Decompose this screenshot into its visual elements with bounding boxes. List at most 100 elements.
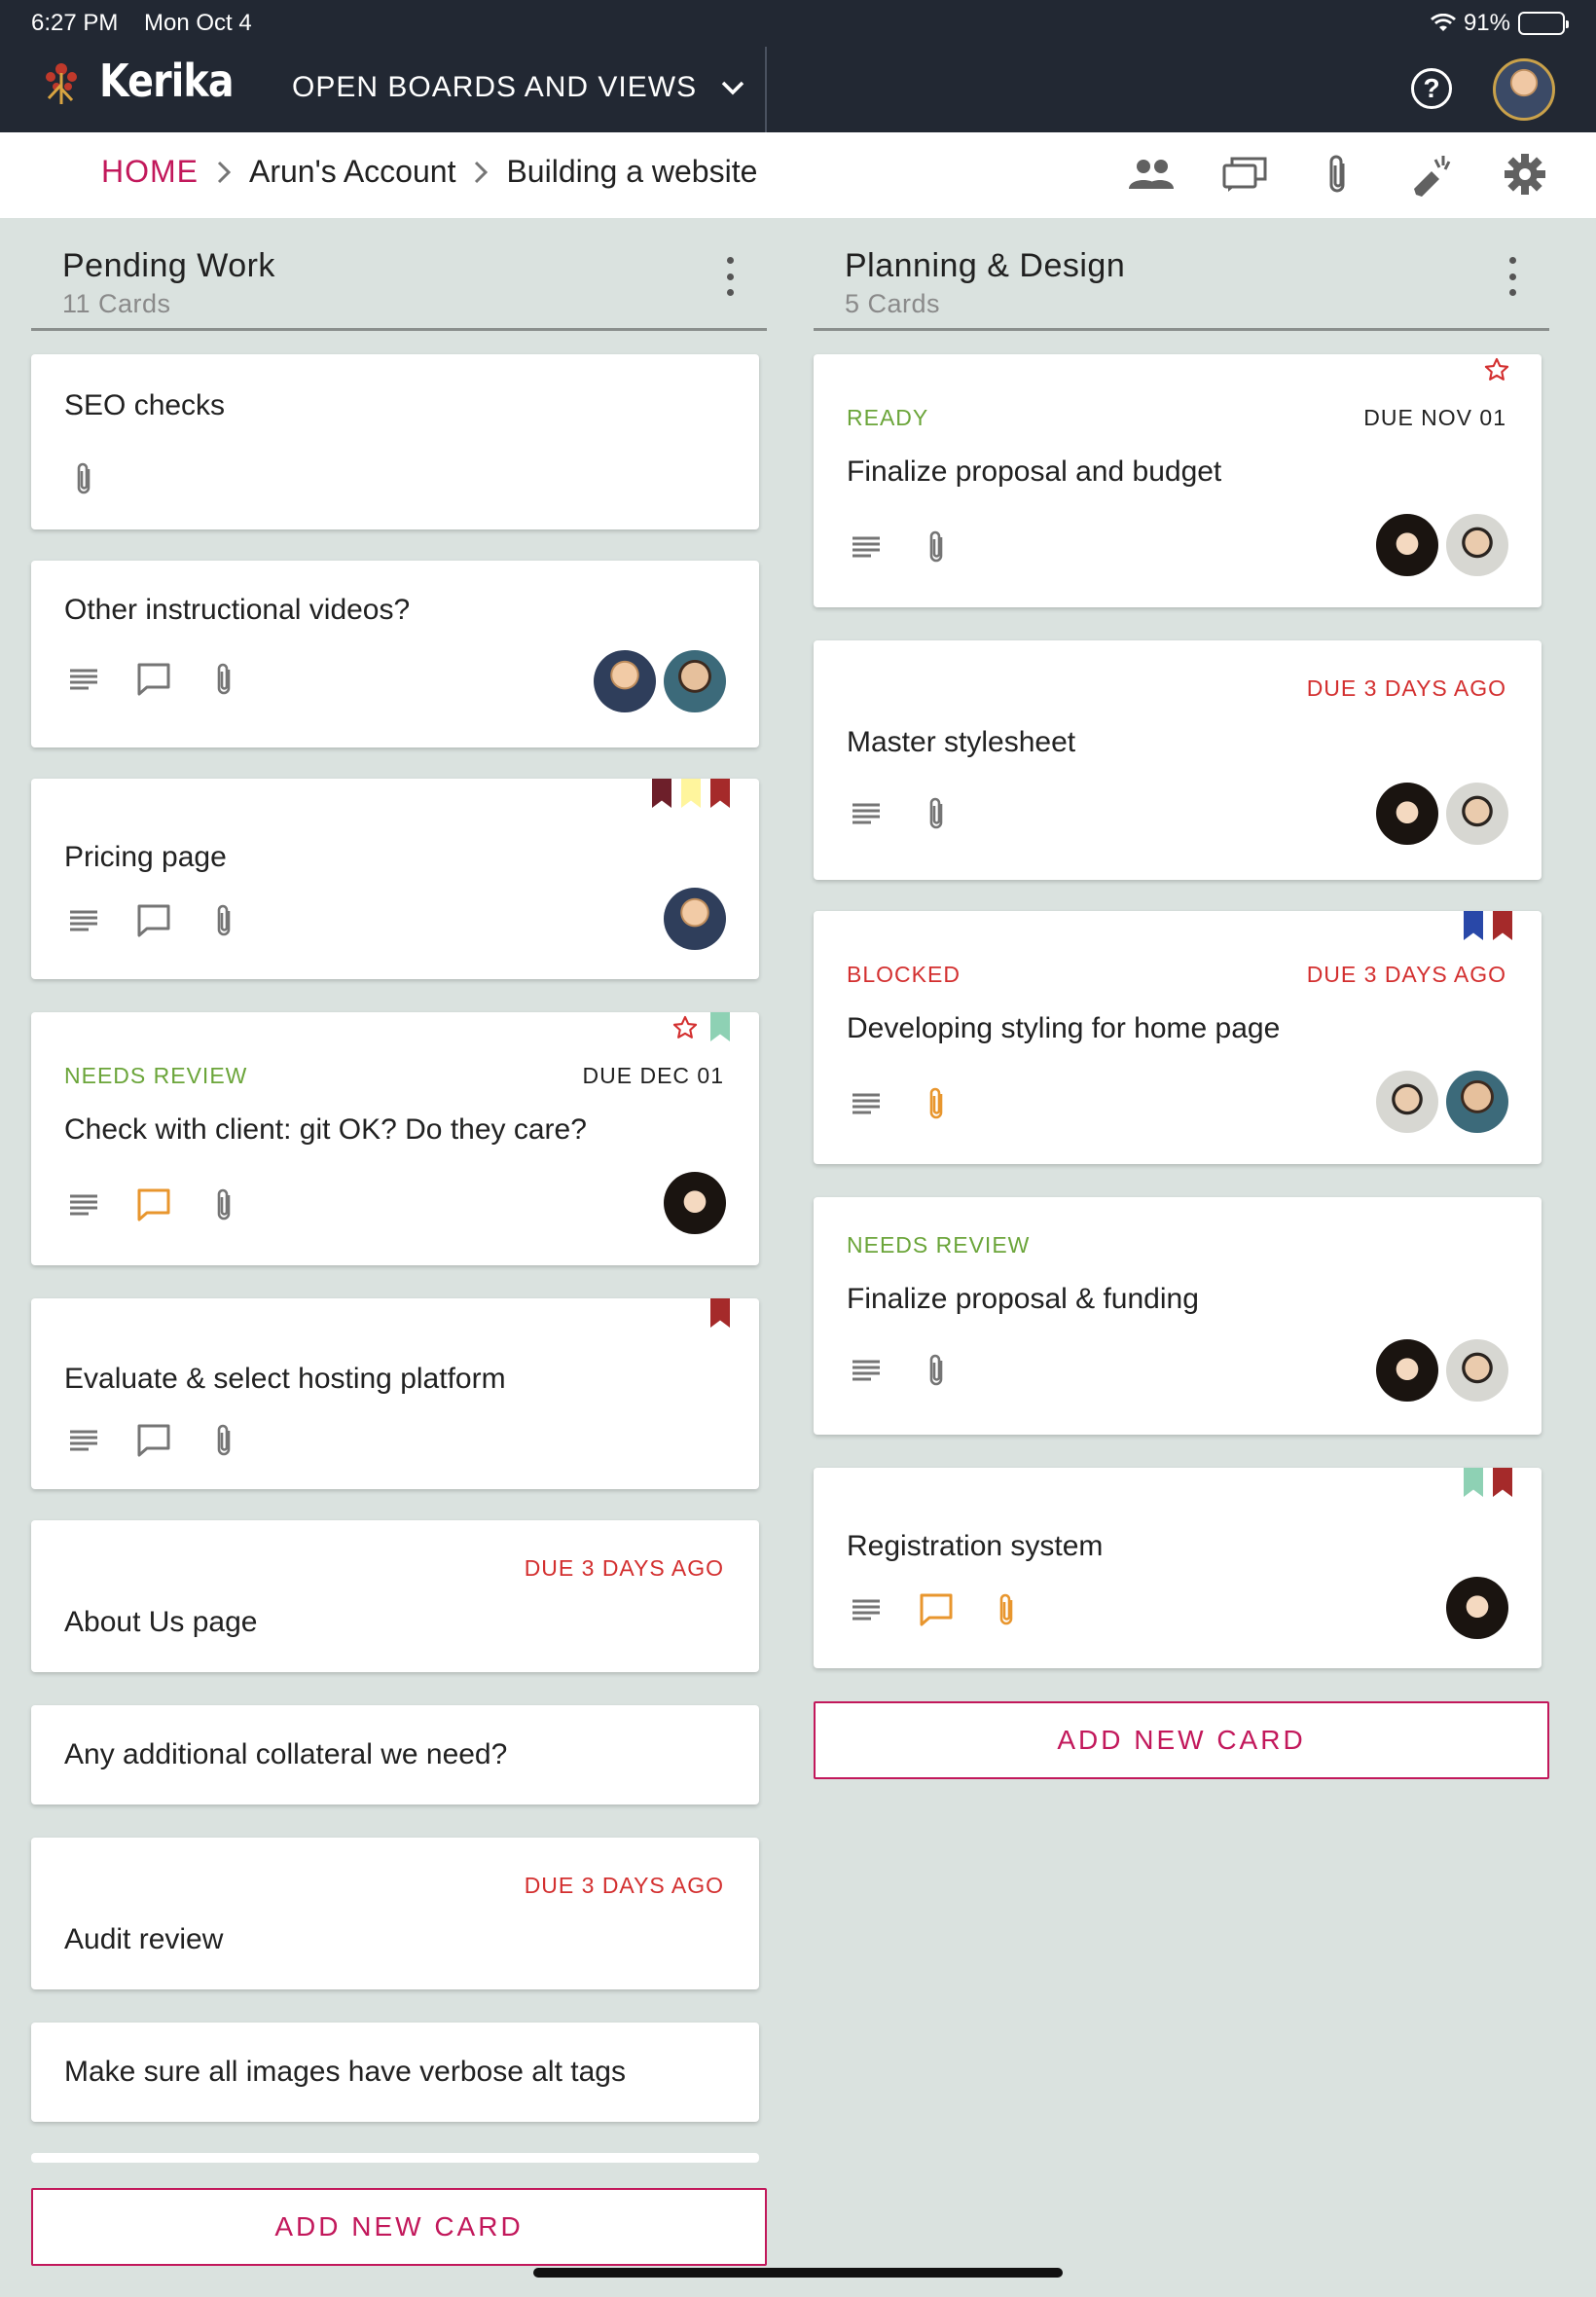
card[interactable]: [31, 2153, 759, 2163]
avatar[interactable]: [1446, 514, 1508, 576]
open-boards-menu[interactable]: OPEN BOARDS AND VIEWS: [292, 62, 745, 113]
board-toolbar: [1127, 150, 1549, 199]
card[interactable]: READY DUE NOV 01 Finalize proposal and bud…: [814, 354, 1542, 607]
chevron-down-icon: [721, 81, 744, 95]
card[interactable]: SEO checks: [31, 354, 759, 529]
avatar[interactable]: [664, 1172, 726, 1234]
card-icons: [847, 1590, 1026, 1629]
card[interactable]: Make sure all images have verbose alt ta…: [31, 2023, 759, 2122]
app-name: Kerika: [99, 55, 235, 107]
card-icons: [64, 660, 243, 699]
column-card-count: 5 Cards: [845, 289, 941, 318]
avatar[interactable]: [1376, 514, 1438, 576]
kerika-logo[interactable]: Kerika: [39, 55, 255, 107]
card[interactable]: DUE 3 DAYS AGO Audit review: [31, 1838, 759, 1989]
highlight-icon[interactable]: [1407, 150, 1456, 199]
tag-flag: [710, 779, 730, 808]
attachment-icon[interactable]: [917, 528, 956, 566]
card[interactable]: DUE 3 DAYS AGO About Us page: [31, 1520, 759, 1672]
comments-icon[interactable]: [134, 660, 173, 699]
description-icon[interactable]: [64, 1185, 103, 1224]
card-status: BLOCKED: [847, 962, 961, 987]
attachment-icon[interactable]: [987, 1590, 1026, 1629]
help-button[interactable]: ?: [1411, 68, 1452, 109]
attachment-icon[interactable]: [917, 1351, 956, 1390]
attachment-icon[interactable]: [917, 794, 956, 833]
card[interactable]: DUE 3 DAYS AGO Master stylesheet: [814, 640, 1542, 880]
card[interactable]: Registration system: [814, 1468, 1542, 1668]
add-new-card-button[interactable]: ADD NEW CARD: [814, 1701, 1549, 1779]
card[interactable]: Any additional collateral we need?: [31, 1705, 759, 1805]
description-icon[interactable]: [847, 528, 886, 566]
avatar[interactable]: [594, 650, 656, 712]
avatar[interactable]: [1446, 1071, 1508, 1133]
attachment-icon[interactable]: [917, 1084, 956, 1123]
attachment-icon[interactable]: [204, 1421, 243, 1460]
team-icon[interactable]: [1127, 150, 1176, 199]
description-icon[interactable]: [847, 794, 886, 833]
breadcrumb-home[interactable]: HOME: [101, 154, 199, 190]
avatar[interactable]: [1446, 1339, 1508, 1402]
column-planning-design: Planning & Design 5 Cards: [814, 218, 1549, 331]
card[interactable]: NEEDS REVIEW Finalize proposal & funding: [814, 1197, 1542, 1435]
card-assignees: [664, 1172, 726, 1234]
card-assignees: [594, 650, 726, 712]
column-title[interactable]: Pending Work: [62, 247, 767, 285]
tag-flag: [681, 779, 701, 808]
breadcrumb-board[interactable]: Building a website: [506, 154, 757, 190]
star-icon[interactable]: [1483, 356, 1512, 385]
column-menu-icon[interactable]: [724, 257, 736, 296]
status-time: 6:27 PM: [31, 10, 119, 36]
attachment-icon[interactable]: [1314, 150, 1362, 199]
description-icon[interactable]: [847, 1351, 886, 1390]
card[interactable]: Other instructional videos?: [31, 561, 759, 747]
avatar[interactable]: [1446, 783, 1508, 845]
star-icon[interactable]: [671, 1014, 701, 1043]
description-icon[interactable]: [64, 660, 103, 699]
chevron-right-icon: [217, 161, 232, 183]
column-title[interactable]: Planning & Design: [845, 247, 1549, 285]
add-new-card-button[interactable]: ADD NEW CARD: [31, 2188, 767, 2266]
card-title: Check with client: git OK? Do they care?: [64, 1113, 587, 1146]
description-icon[interactable]: [847, 1590, 886, 1629]
attachment-icon[interactable]: [204, 901, 243, 940]
card-tags: [652, 779, 730, 808]
comments-icon[interactable]: [134, 1185, 173, 1224]
avatar[interactable]: [1446, 1577, 1508, 1639]
card[interactable]: BLOCKED DUE 3 DAYS AGO Developing styling …: [814, 911, 1542, 1164]
card-assignees: [664, 888, 726, 950]
comments-icon[interactable]: [134, 901, 173, 940]
attachment-icon[interactable]: [204, 660, 243, 699]
avatar[interactable]: [664, 650, 726, 712]
card-due-date: DUE 3 DAYS AGO: [1306, 962, 1506, 987]
tag-flag: [1493, 1468, 1512, 1497]
card-icons: [64, 1421, 243, 1460]
description-icon[interactable]: [64, 1421, 103, 1460]
breadcrumb-account[interactable]: Arun's Account: [249, 154, 455, 190]
card[interactable]: Evaluate & select hosting platform: [31, 1298, 759, 1489]
card-icons: [847, 794, 956, 833]
card-icons: [847, 528, 956, 566]
card-icons: [847, 1084, 956, 1123]
settings-icon[interactable]: [1501, 150, 1549, 199]
description-icon[interactable]: [64, 901, 103, 940]
avatar[interactable]: [664, 888, 726, 950]
tag-flag: [710, 1298, 730, 1328]
attachment-icon[interactable]: [204, 1185, 243, 1224]
user-avatar[interactable]: [1493, 58, 1555, 121]
card[interactable]: Pricing page: [31, 779, 759, 979]
card-title: Make sure all images have verbose alt ta…: [64, 2056, 626, 2088]
card-title: Master stylesheet: [847, 726, 1076, 758]
home-indicator[interactable]: [533, 2268, 1063, 2278]
column-menu-icon[interactable]: [1506, 257, 1518, 296]
logo-flower-icon: [46, 63, 77, 104]
comments-icon[interactable]: [917, 1590, 956, 1629]
comments-icon[interactable]: [134, 1421, 173, 1460]
description-icon[interactable]: [847, 1084, 886, 1123]
avatar[interactable]: [1376, 1071, 1438, 1133]
avatar[interactable]: [1376, 783, 1438, 845]
card[interactable]: NEEDS REVIEW DUE DEC 01 Check with client:…: [31, 1012, 759, 1265]
attachment-icon[interactable]: [64, 459, 103, 498]
chat-icon[interactable]: [1220, 150, 1269, 199]
avatar[interactable]: [1376, 1339, 1438, 1402]
